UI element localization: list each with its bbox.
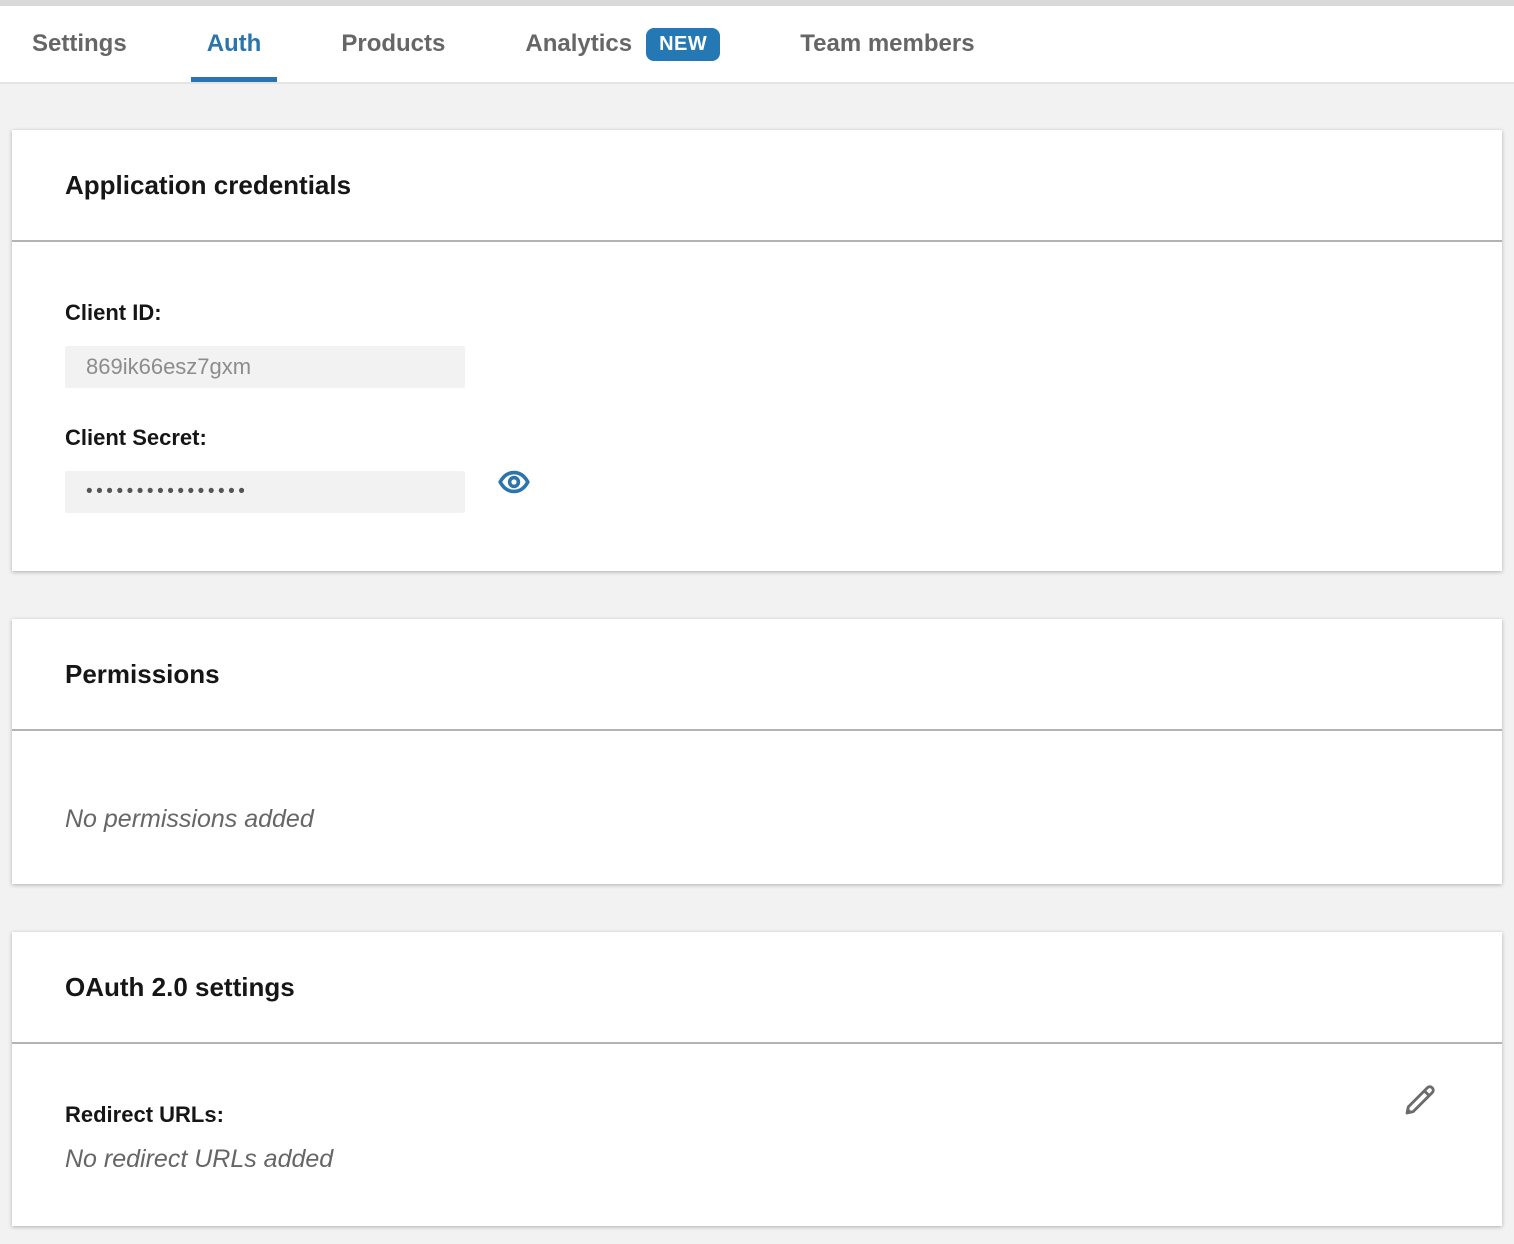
permissions-header: Permissions: [12, 619, 1502, 731]
tab-settings[interactable]: Settings: [16, 6, 143, 82]
tab-settings-label: Settings: [32, 30, 127, 58]
oauth-settings-title: OAuth 2.0 settings: [65, 972, 295, 1003]
main-content: Application credentials Client ID: 869ik…: [0, 84, 1514, 1226]
tab-auth[interactable]: Auth: [191, 6, 278, 82]
client-id-field[interactable]: 869ik66esz7gxm: [65, 346, 465, 388]
new-badge: NEW: [646, 28, 720, 61]
tab-analytics[interactable]: Analytics NEW: [509, 6, 736, 82]
tab-products[interactable]: Products: [325, 6, 461, 82]
permissions-body: No permissions added: [12, 731, 1502, 884]
permissions-card: Permissions No permissions added: [12, 619, 1502, 884]
application-credentials-card: Application credentials Client ID: 869ik…: [12, 130, 1502, 571]
oauth-settings-card: OAuth 2.0 settings Redirect URLs: No red…: [12, 932, 1502, 1226]
application-credentials-title: Application credentials: [65, 170, 351, 201]
tab-bar: Settings Auth Products Analytics NEW Tea…: [0, 6, 1514, 84]
tab-analytics-label: Analytics: [525, 30, 632, 58]
tab-team-members[interactable]: Team members: [784, 6, 990, 82]
client-id-label: Client ID:: [65, 298, 1449, 328]
redirect-urls-label: Redirect URLs:: [65, 1100, 1449, 1130]
client-secret-field[interactable]: ••••••••••••••••: [65, 471, 465, 513]
edit-redirect-urls-button[interactable]: [1400, 1080, 1440, 1120]
client-secret-row: ••••••••••••••••: [65, 453, 1449, 513]
oauth-settings-header: OAuth 2.0 settings: [12, 932, 1502, 1044]
application-credentials-header: Application credentials: [12, 130, 1502, 242]
tab-auth-label: Auth: [207, 30, 262, 58]
permissions-title: Permissions: [65, 659, 220, 690]
oauth-settings-body: Redirect URLs: No redirect URLs added: [12, 1044, 1502, 1226]
redirect-urls-empty-text: No redirect URLs added: [65, 1145, 1449, 1174]
pencil-edit-icon: [1400, 1108, 1440, 1123]
permissions-empty-text: No permissions added: [65, 805, 1449, 834]
client-secret-label: Client Secret:: [65, 423, 1449, 453]
tab-team-members-label: Team members: [800, 30, 974, 58]
show-secret-button[interactable]: [498, 467, 530, 499]
tab-products-label: Products: [341, 30, 445, 58]
visibility-eye-icon: [498, 466, 530, 501]
application-credentials-body: Client ID: 869ik66esz7gxm Client Secret:…: [12, 242, 1502, 571]
